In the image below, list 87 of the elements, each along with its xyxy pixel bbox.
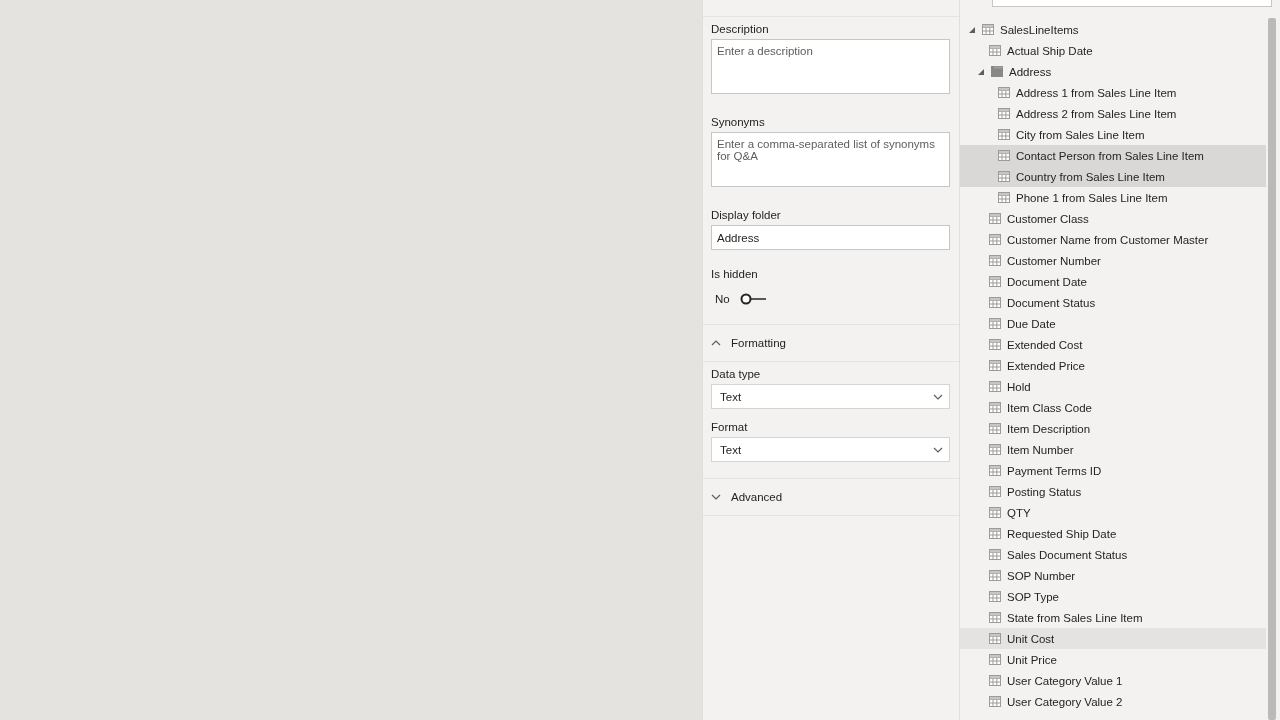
tree-item[interactable]: Country from Sales Line Item (960, 166, 1266, 187)
tree-item[interactable]: Customer Class (960, 208, 1266, 229)
table-icon (989, 444, 1001, 455)
table-icon (989, 255, 1001, 266)
synonyms-field[interactable]: Enter a comma-separated list of synonyms for Q&A (711, 132, 950, 187)
field-label: Description (711, 23, 770, 35)
folder-icon (991, 66, 1003, 77)
tree-item[interactable]: SalesLineItems (960, 19, 1266, 40)
table-icon (989, 528, 1001, 539)
tree-item[interactable]: Requested Ship Date (960, 523, 1266, 544)
toggle-switch[interactable] (739, 293, 766, 305)
table-icon (989, 213, 1001, 224)
table-icon (989, 402, 1001, 413)
table-icon (998, 192, 1010, 203)
tree-item[interactable]: Hold (960, 376, 1266, 397)
tree-item[interactable]: Actual Ship Date (960, 40, 1266, 61)
dropdown[interactable]: Text (711, 384, 950, 409)
table-icon (998, 87, 1010, 98)
tree-item[interactable]: Extended Cost (960, 334, 1266, 355)
tree-item[interactable]: Document Status (960, 292, 1266, 313)
expand-triangle-icon[interactable] (977, 67, 985, 76)
scrollbar[interactable] (1268, 18, 1276, 720)
section-header[interactable]: Formatting (703, 324, 959, 361)
table-icon (989, 507, 1001, 518)
description-field[interactable]: Enter a description (711, 39, 950, 94)
table-icon (989, 633, 1001, 644)
table-icon (989, 318, 1001, 329)
tree-item[interactable]: Address 2 from Sales Line Item (960, 103, 1266, 124)
tree-item[interactable]: Due Date (960, 313, 1266, 334)
tree-item[interactable]: Payment Terms ID (960, 460, 1266, 481)
tree-item[interactable]: Posting Status (960, 481, 1266, 502)
table-icon (989, 45, 1001, 56)
table-icon (989, 339, 1001, 350)
table-icon (989, 570, 1001, 581)
chevron-icon (711, 492, 721, 502)
field-label: Is hidden (711, 268, 759, 280)
section-header[interactable]: Advanced (703, 478, 959, 515)
tree-item[interactable]: User Category Value 1 (960, 670, 1266, 691)
table-icon (989, 696, 1001, 707)
table-icon (989, 591, 1001, 602)
table-icon (989, 675, 1001, 686)
chevron-icon (711, 338, 721, 348)
table-icon (989, 381, 1001, 392)
field-label: Format (711, 421, 749, 433)
table-icon (998, 129, 1010, 140)
expand-triangle-icon[interactable] (968, 25, 976, 34)
table-icon (989, 276, 1001, 287)
table-icon (982, 24, 994, 35)
tree-item[interactable]: Customer Number (960, 250, 1266, 271)
tree-item[interactable]: Document Date (960, 271, 1266, 292)
table-icon (989, 465, 1001, 476)
table-icon (989, 654, 1001, 665)
table-icon (989, 549, 1001, 560)
tree-item[interactable]: City from Sales Line Item (960, 124, 1266, 145)
table-icon (998, 150, 1010, 161)
table-icon (989, 486, 1001, 497)
tree-item[interactable]: User Category Value 2 (960, 691, 1266, 712)
tree-item[interactable]: Unit Cost (960, 628, 1266, 649)
tree-item[interactable]: Item Class Code (960, 397, 1266, 418)
tree-item[interactable]: Address (960, 61, 1266, 82)
table-icon (989, 234, 1001, 245)
tree-item[interactable]: State from Sales Line Item (960, 607, 1266, 628)
tree-item[interactable]: Extended Price (960, 355, 1266, 376)
field-label: Synonyms (711, 116, 766, 128)
table-icon (989, 360, 1001, 371)
table-icon (989, 297, 1001, 308)
search-field[interactable] (992, 0, 1272, 7)
tree-item[interactable]: Customer Name from Customer Master (960, 229, 1266, 250)
tree-item[interactable]: Unit Price (960, 649, 1266, 670)
tree-item[interactable]: Contact Person from Sales Line Item (960, 145, 1266, 166)
field-label: Data type (711, 368, 762, 380)
table-icon (989, 612, 1001, 623)
tree-item[interactable]: SOP Number (960, 565, 1266, 586)
display-folder-field[interactable]: Address (711, 225, 950, 250)
tree-item[interactable]: Sales Document Status (960, 544, 1266, 565)
field-label: Display folder (711, 209, 782, 221)
toggle-label: No (715, 293, 730, 305)
dropdown[interactable]: Text (711, 437, 950, 462)
table-icon (998, 108, 1010, 119)
table-icon (998, 171, 1010, 182)
tree-item[interactable]: Phone 1 from Sales Line Item (960, 187, 1266, 208)
tree-item[interactable]: Item Number (960, 439, 1266, 460)
tree-item[interactable]: Item Description (960, 418, 1266, 439)
tree-item[interactable]: Address 1 from Sales Line Item (960, 82, 1266, 103)
table-icon (989, 423, 1001, 434)
tree-item[interactable]: SOP Type (960, 586, 1266, 607)
tree-item[interactable]: QTY (960, 502, 1266, 523)
